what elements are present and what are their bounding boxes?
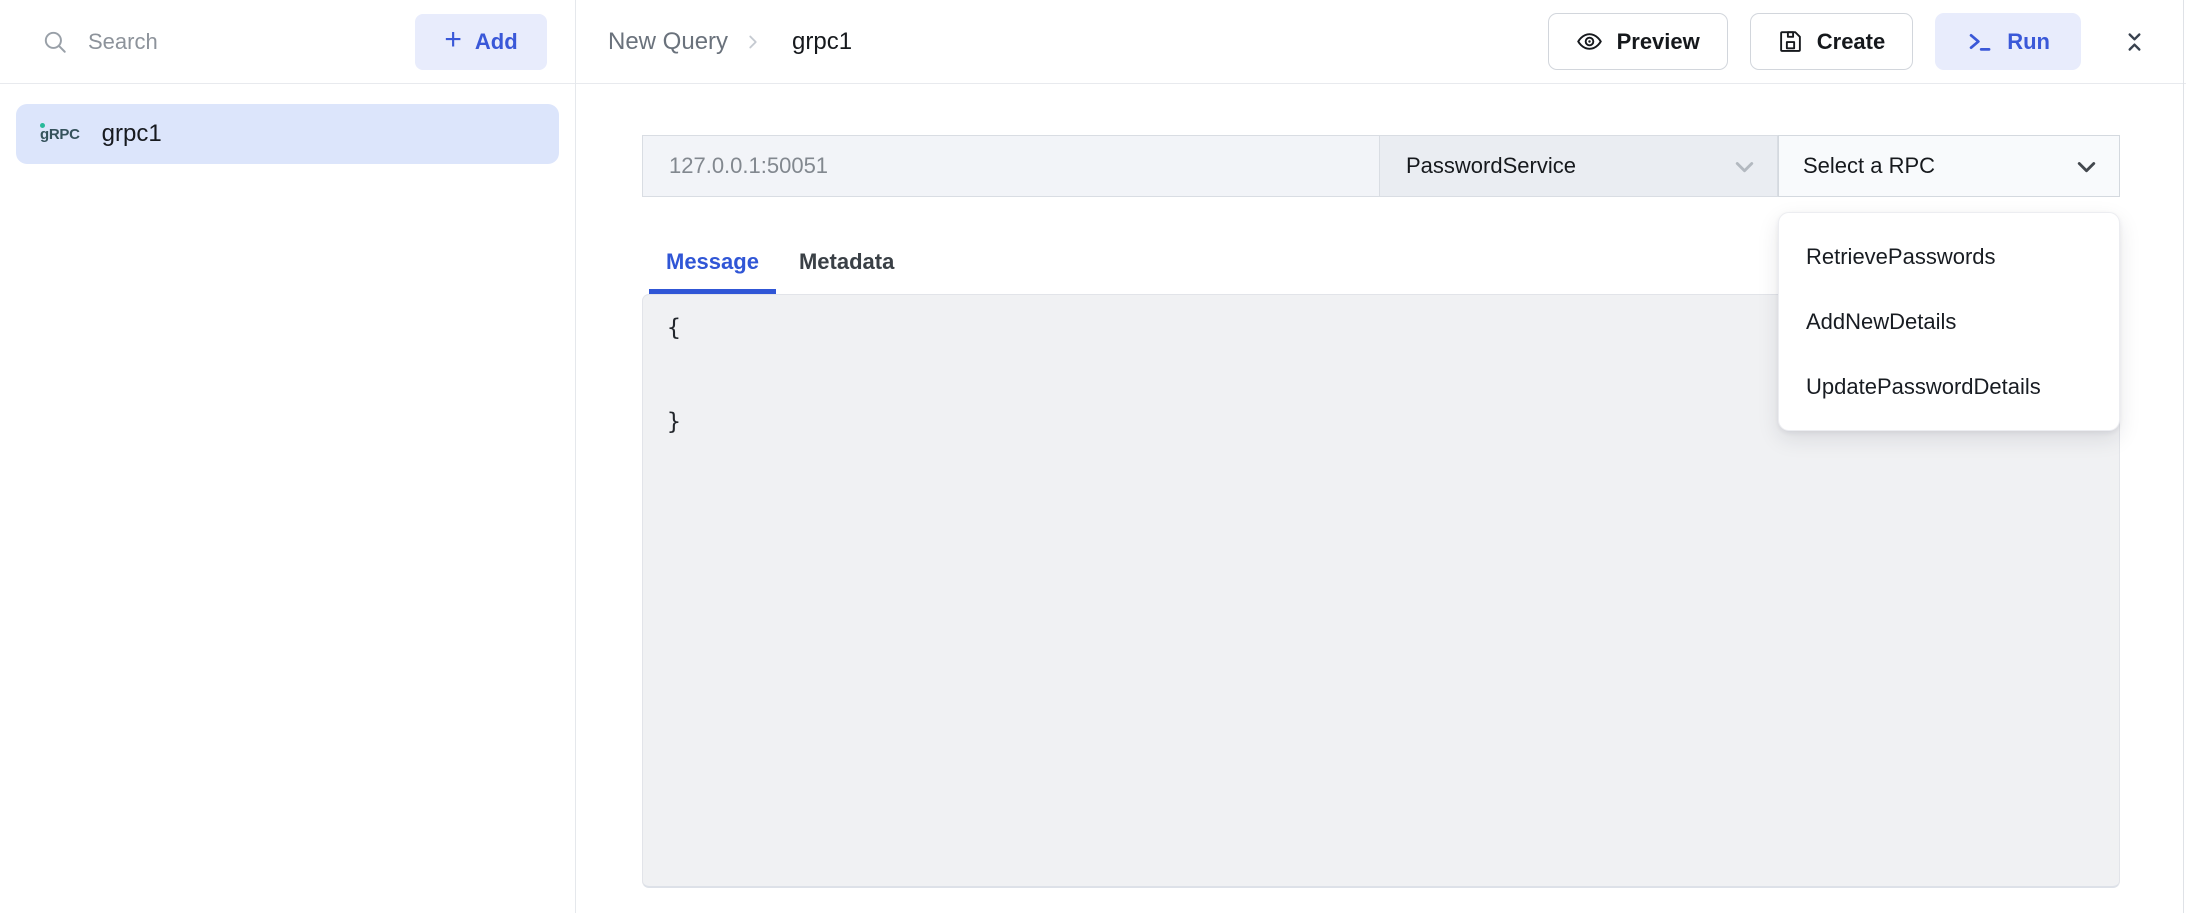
search-icon bbox=[42, 29, 68, 55]
save-icon bbox=[1778, 29, 1803, 54]
rpc-option-update-password-details[interactable]: UpdatePasswordDetails bbox=[1779, 354, 2119, 419]
preview-button[interactable]: Preview bbox=[1548, 13, 1728, 70]
connection-row: PasswordService Select a RPC bbox=[642, 135, 2120, 197]
add-query-button[interactable]: + Add bbox=[415, 14, 547, 70]
search-input[interactable] bbox=[86, 28, 397, 56]
eye-icon bbox=[1576, 28, 1603, 55]
app-window: + Add gRPC grpc1 New Query grpc1 bbox=[0, 0, 2186, 913]
run-button-label: Run bbox=[2007, 29, 2050, 55]
panel-right-edge-divider bbox=[2183, 0, 2184, 913]
query-editor-panel: New Query grpc1 bbox=[576, 0, 2186, 913]
grpc-query-form: PasswordService Select a RPC bbox=[576, 84, 2186, 913]
tab-message[interactable]: Message bbox=[649, 249, 776, 294]
breadcrumb-parent[interactable]: New Query bbox=[608, 28, 728, 56]
query-sidebar: + Add gRPC grpc1 bbox=[0, 0, 576, 913]
chevron-down-icon bbox=[1730, 152, 1759, 181]
rpc-dropdown-menu: RetrievePasswords AddNewDetails UpdatePa… bbox=[1778, 212, 2120, 431]
grpc-logo-icon: gRPC bbox=[40, 126, 80, 143]
collapse-chevrons-icon bbox=[2121, 27, 2148, 57]
service-select[interactable]: PasswordService bbox=[1380, 135, 1778, 197]
breadcrumb: New Query grpc1 bbox=[608, 28, 852, 56]
server-url-input[interactable] bbox=[642, 135, 1380, 197]
query-list-item-grpc1[interactable]: gRPC grpc1 bbox=[16, 104, 559, 164]
rpc-option-add-new-details[interactable]: AddNewDetails bbox=[1779, 289, 2119, 354]
query-item-label: grpc1 bbox=[102, 120, 162, 148]
header-actions: Preview Create bbox=[1548, 13, 2152, 70]
terminal-prompt-icon bbox=[1966, 28, 1993, 55]
breadcrumb-current-query-name[interactable]: grpc1 bbox=[792, 28, 852, 56]
chevron-right-icon bbox=[742, 31, 764, 53]
plus-icon: + bbox=[444, 25, 462, 55]
rpc-select-placeholder: Select a RPC bbox=[1803, 153, 1935, 179]
chevron-down-icon bbox=[2072, 152, 2101, 181]
search-box bbox=[42, 28, 397, 56]
collapse-panel-button[interactable] bbox=[2117, 23, 2152, 61]
run-button[interactable]: Run bbox=[1935, 13, 2081, 70]
rpc-option-retrieve-passwords[interactable]: RetrievePasswords bbox=[1779, 224, 2119, 289]
rpc-select[interactable]: Select a RPC bbox=[1778, 135, 2120, 197]
tab-metadata[interactable]: Metadata bbox=[782, 249, 911, 294]
service-select-value: PasswordService bbox=[1406, 153, 1576, 179]
sidebar-header: + Add bbox=[0, 0, 575, 84]
create-button[interactable]: Create bbox=[1750, 13, 1913, 70]
query-editor-header: New Query grpc1 bbox=[576, 0, 2186, 84]
preview-button-label: Preview bbox=[1617, 29, 1700, 55]
query-list: gRPC grpc1 bbox=[0, 84, 575, 184]
add-button-label: Add bbox=[475, 29, 518, 55]
create-button-label: Create bbox=[1817, 29, 1885, 55]
